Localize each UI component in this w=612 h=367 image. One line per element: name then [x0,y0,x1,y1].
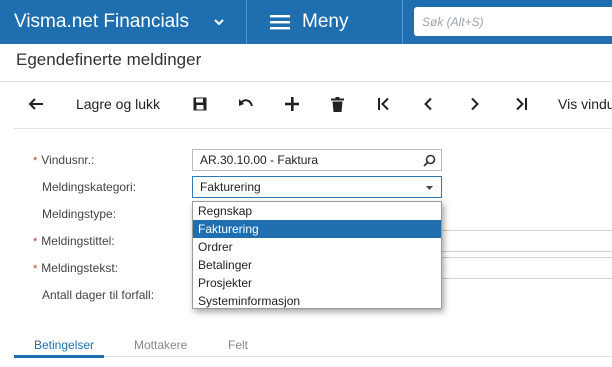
dropdown-option[interactable]: Prosjekter [193,274,441,292]
dropdown-option[interactable]: Ordrer [193,238,441,256]
page-title: Egendefinerte meldinger [16,50,202,69]
view-window-label: Vis vindu [558,96,612,112]
chevron-left-icon [424,97,432,111]
save-button[interactable] [186,82,214,126]
chevron-right-icon [471,97,479,111]
menu-button[interactable]: Meny [270,0,348,44]
app-switcher[interactable]: Visma.net Financials [0,0,246,44]
back-button[interactable] [22,82,50,126]
arrow-left-icon [28,98,43,110]
top-bar: Visma.net Financials Meny Søk (Alt+S) [0,0,612,44]
category-select[interactable]: Fakturering [192,176,442,198]
brand-label: Visma.net Financials [14,11,189,32]
first-icon [378,97,389,111]
window-no-field[interactable]: AR.30.10.00 - Faktura [192,149,442,171]
first-record-button[interactable] [370,82,398,126]
required-marker: * [33,236,38,248]
type-label: Meldingstype: [42,207,117,221]
window-no-label: * Vindusnr.: [33,153,95,167]
trash-icon [330,96,344,112]
category-value: Fakturering [200,180,261,194]
undo-icon [239,99,253,107]
toolbar: Lagre og lukk Vis vindu [0,82,612,126]
category-dropdown-list: Regnskap Fakturering Ordrer Betalinger Prosj… [192,201,442,309]
dropdown-option[interactable]: Systeminformasjon [193,292,441,310]
dropdown-option[interactable]: Fakturering [193,220,441,238]
dropdown-option[interactable]: Regnskap [193,202,441,220]
add-button[interactable] [278,82,306,126]
delete-button[interactable] [323,82,351,126]
window-no-value: AR.30.10.00 - Faktura [200,153,319,167]
last-record-button[interactable] [507,82,535,126]
required-marker: * [33,263,38,275]
menu-label: Meny [302,11,349,32]
text-field[interactable] [442,257,612,279]
days-due-label: Antall dager til forfall: [42,288,155,302]
tab-fields[interactable]: Felt [228,338,248,352]
last-icon [516,97,527,111]
toolbar-divider [14,128,612,129]
dropdown-option[interactable]: Betalinger [193,256,441,274]
tab-conditions[interactable]: Betingelser [34,338,94,352]
save-and-close-label: Lagre og lukk [75,96,161,112]
search-placeholder: Søk (Alt+S) [422,14,484,29]
next-record-button[interactable] [461,82,489,126]
previous-record-button[interactable] [414,82,442,126]
save-icon [193,97,207,111]
chevron-down-icon [214,19,224,26]
hamburger-icon [270,15,290,30]
topbar-divider [402,0,403,44]
required-marker: * [33,155,38,167]
topbar-divider [246,0,247,44]
search-icon[interactable] [423,154,436,167]
category-label: Meldingskategori: [42,180,137,194]
save-and-close-button[interactable]: Lagre og lukk [66,82,170,126]
tab-recipients[interactable]: Mottakere [134,338,187,352]
view-window-button[interactable]: Vis vindu [558,82,612,126]
title-label: * Meldingstittel: [33,234,115,248]
undo-button[interactable] [232,82,260,126]
caret-down-icon [426,186,433,190]
text-label: * Meldingstekst: [33,261,118,275]
title-field[interactable] [442,230,612,252]
plus-icon [285,97,299,111]
active-tab-indicator [14,355,104,358]
search-input[interactable]: Søk (Alt+S) [414,7,612,36]
